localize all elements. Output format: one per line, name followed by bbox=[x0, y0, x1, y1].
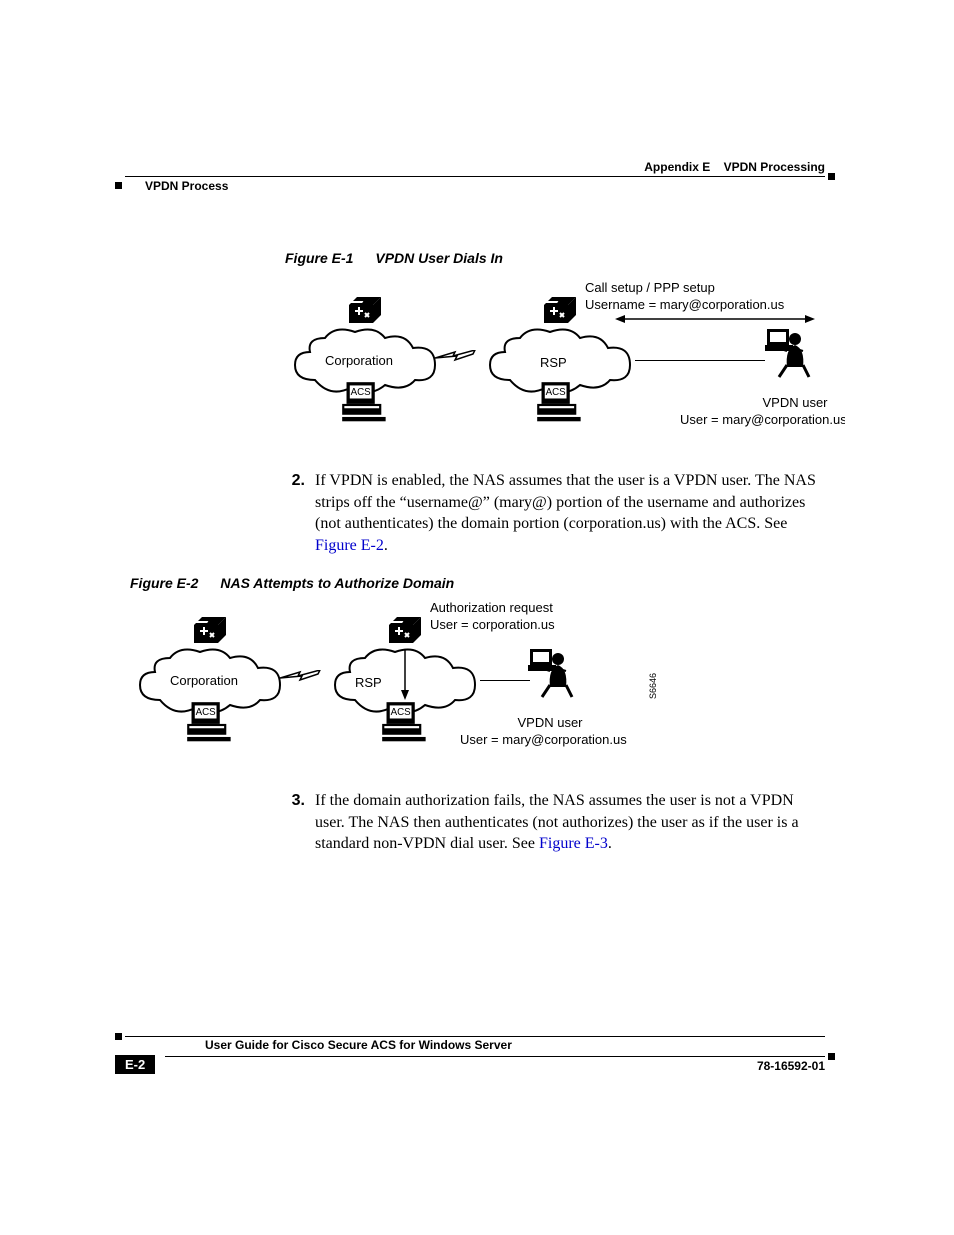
footer-marker-left-icon bbox=[115, 1033, 122, 1040]
fig2-vpdn-user: VPDN user bbox=[485, 715, 615, 730]
step-2-text-a: If VPDN is enabled, the NAS assumes that… bbox=[315, 472, 816, 532]
fig1-user-icon bbox=[765, 327, 815, 391]
header-section: VPDN Process bbox=[145, 179, 228, 193]
footer-rule bbox=[125, 1036, 825, 1037]
fig1-username: Username = mary@corporation.us bbox=[585, 297, 784, 312]
fig2-user-top: User = corporation.us bbox=[430, 617, 555, 632]
fig1-rsp-user-line bbox=[635, 360, 765, 361]
footer-marker-right-icon bbox=[828, 1053, 835, 1060]
fig1-vpdn-user: VPDN user bbox=[730, 395, 860, 410]
figure-2-diagram: Authorization request User = corporation… bbox=[130, 595, 720, 775]
fig1-user-line: User = mary@corporation.us bbox=[680, 412, 845, 427]
fig2-auth-req: Authorization request bbox=[430, 600, 553, 615]
figure-2-caption: Figure E-2 NAS Attempts to Authorize Dom… bbox=[130, 575, 454, 591]
figure-1-diagram: Call setup / PPP setup Username = mary@c… bbox=[285, 275, 845, 455]
fig1-cloud-link-icon bbox=[435, 350, 485, 366]
fig1-arrow-icon bbox=[615, 315, 815, 323]
step-2-body: If VPDN is enabled, the NAS assumes that… bbox=[315, 470, 820, 556]
step-3: 3. If the domain authorization fails, th… bbox=[285, 790, 820, 855]
fig2-ref-id: S6646 bbox=[648, 673, 658, 699]
step-2: 2. If VPDN is enabled, the NAS assumes t… bbox=[285, 470, 820, 556]
step-3-text-b: . bbox=[608, 835, 612, 852]
fig1-corp-acs-icon bbox=[340, 380, 390, 424]
header-marker-left-icon bbox=[115, 182, 122, 189]
step-2-link[interactable]: Figure E-2 bbox=[315, 537, 384, 554]
header-appendix: Appendix E VPDN Processing bbox=[644, 160, 825, 174]
header-rule bbox=[125, 176, 825, 177]
fig1-rsp-acs-icon bbox=[535, 380, 585, 424]
step-3-num: 3. bbox=[285, 790, 305, 855]
footer-guide: User Guide for Cisco Secure ACS for Wind… bbox=[205, 1038, 512, 1052]
step-2-text-b: . bbox=[384, 537, 388, 554]
fig2-corp-label: Corporation bbox=[170, 673, 238, 688]
step-3-link[interactable]: Figure E-3 bbox=[539, 835, 608, 852]
step-3-body: If the domain authorization fails, the N… bbox=[315, 790, 820, 855]
fig2-corp-acs-icon bbox=[185, 700, 235, 744]
appendix-title: VPDN Processing bbox=[724, 160, 825, 174]
figure-1-caption: Figure E-1 VPDN User Dials In bbox=[285, 250, 503, 266]
fig2-rsp-user-line bbox=[480, 680, 530, 681]
page-number: E-2 bbox=[115, 1055, 155, 1074]
figure-2-label: Figure E-2 bbox=[130, 575, 198, 591]
appendix-num: Appendix E bbox=[644, 160, 710, 174]
figure-1-label: Figure E-1 bbox=[285, 250, 353, 266]
footer-docnum: 78-16592-01 bbox=[757, 1059, 825, 1073]
footer-rule-2 bbox=[165, 1056, 825, 1057]
step-2-num: 2. bbox=[285, 470, 305, 556]
fig2-user-icon bbox=[528, 647, 578, 711]
fig2-rsp-router-icon bbox=[385, 613, 425, 653]
figure-1-title: VPDN User Dials In bbox=[375, 250, 503, 266]
fig2-cloud-link-icon bbox=[280, 670, 330, 686]
fig1-corp-label: Corporation bbox=[325, 353, 393, 368]
fig2-down-arrow-icon bbox=[400, 650, 410, 700]
header-marker-right-icon bbox=[828, 173, 835, 180]
fig1-corp-router-icon bbox=[345, 293, 385, 333]
figure-2-title: NAS Attempts to Authorize Domain bbox=[220, 575, 454, 591]
fig2-user-bottom: User = mary@corporation.us bbox=[460, 732, 627, 747]
fig2-rsp-acs-icon bbox=[380, 700, 430, 744]
fig2-rsp-label: RSP bbox=[355, 675, 382, 690]
fig2-corp-router-icon bbox=[190, 613, 230, 653]
fig1-call-setup: Call setup / PPP setup bbox=[585, 280, 715, 295]
fig1-rsp-label: RSP bbox=[540, 355, 567, 370]
fig1-rsp-router-icon bbox=[540, 293, 580, 333]
